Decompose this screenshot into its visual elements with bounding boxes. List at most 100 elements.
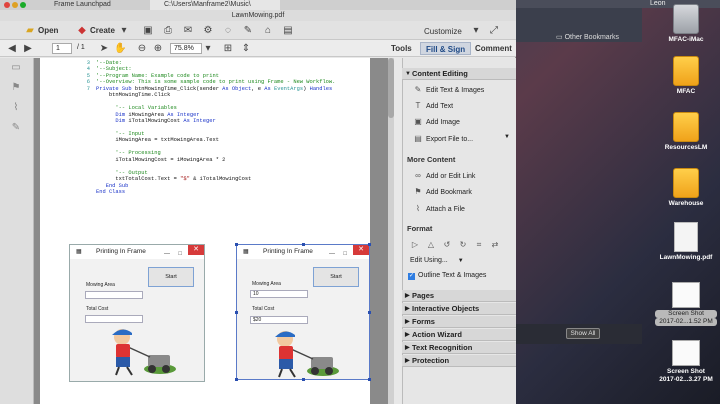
desktop-icon-lawnmowing-pdf[interactable]: LawnMowing.pdf [655, 222, 717, 262]
section-label: Protection [412, 356, 450, 365]
total-cost-input[interactable] [85, 315, 143, 323]
section-pages[interactable]: ▶ Pages [402, 290, 516, 302]
triangle-icon[interactable]: △ [426, 240, 436, 250]
section-protection[interactable]: ▶ Protection [402, 355, 516, 367]
crop-icon[interactable]: ⌗ [474, 240, 484, 250]
tab-frame-launchpad[interactable]: Frame Launchpad [40, 0, 140, 10]
desktop-icon-screenshot-2[interactable]: Screen Shot 2017-02...3.27 PM [655, 340, 717, 384]
minimize-window-button[interactable] [12, 2, 18, 8]
desktop-icon-warehouse[interactable]: Warehouse [655, 168, 717, 208]
highlight-icon[interactable]: ✎ [242, 25, 254, 37]
content-editing-header[interactable]: ▼ Content Editing [402, 68, 516, 80]
zoom-in-icon[interactable]: ⊕ [152, 43, 164, 55]
format-heading: Format [407, 224, 433, 233]
chevron-down-icon[interactable]: ▾ [202, 43, 214, 55]
attach-file-button[interactable]: ⌇ Attach a File [412, 203, 465, 215]
zoom-out-icon[interactable]: ⊖ [136, 43, 148, 55]
maximize-icon[interactable]: □ [178, 247, 182, 261]
print-form-preview-2[interactable]: ▦ Printing In Frame — □ ✕ Start Mowing A… [236, 244, 370, 380]
section-forms[interactable]: ▶ Forms [402, 316, 516, 328]
replace-image-icon[interactable]: ⇄ [490, 240, 500, 250]
selection-handle[interactable] [235, 243, 238, 246]
start-button[interactable]: Start [313, 267, 359, 287]
hand-tool-icon[interactable]: ✋ [114, 43, 126, 55]
page-thumbnails-icon[interactable]: ▭ [10, 62, 22, 74]
page-number-input[interactable]: 1 [52, 43, 72, 54]
mowing-area-input[interactable] [85, 291, 143, 299]
save-icon[interactable]: ▣ [142, 25, 154, 37]
add-image-button[interactable]: ▣ Add Image [412, 116, 460, 128]
expand-icon[interactable]: ⤢ [488, 25, 500, 37]
external-drive-icon [673, 112, 699, 142]
add-bookmark-button[interactable]: ⚑ Add Bookmark [412, 186, 472, 198]
previous-page-icon[interactable]: ◀ [6, 43, 18, 55]
section-interactive-objects[interactable]: ▶ Interactive Objects [402, 303, 516, 315]
chevron-down-icon[interactable]: ▾ [118, 25, 130, 37]
create-button[interactable]: Create [90, 24, 115, 37]
zoom-window-button[interactable] [20, 2, 26, 8]
edit-using-dropdown[interactable]: Edit Using... ▼ [410, 255, 464, 267]
next-page-icon[interactable]: ▶ [22, 43, 34, 55]
add-edit-link-button[interactable]: ∞ Add or Edit Link [412, 170, 475, 182]
desktop-icon-screenshot-1[interactable]: Screen Shot 2017-02...1.52 PM [655, 282, 717, 326]
close-window-button[interactable] [4, 2, 10, 8]
start-button[interactable]: Start [148, 267, 194, 287]
selection-handle[interactable] [235, 311, 238, 314]
desktop-icon-mfac[interactable]: MFAC [655, 56, 717, 96]
maximize-icon[interactable]: □ [343, 247, 347, 261]
mowing-area-input[interactable]: 10 [250, 290, 308, 298]
selection-handle[interactable] [368, 378, 371, 381]
export-file-button[interactable]: ▤ Export File to... [412, 133, 473, 145]
signature-icon[interactable]: ✎ [10, 122, 22, 134]
arrow-right-icon[interactable]: ▷ [410, 240, 420, 250]
rotate-right-icon[interactable]: ↻ [458, 240, 468, 250]
scrollbar-thumb[interactable] [388, 58, 394, 118]
code-token: Dim [96, 118, 129, 125]
minimize-icon[interactable]: — [164, 247, 170, 261]
print-icon[interactable]: ⎙ [162, 25, 174, 37]
other-bookmarks-link[interactable]: ▭ Other Bookmarks [556, 33, 636, 42]
navigation-toolbar: ◀ ▶ 1 / 1 ➤ ✋ ⊖ ⊕ 75.8% ▾ ⊞ ⇕ Tools Fill… [0, 40, 516, 57]
section-action-wizard[interactable]: ▶ Action Wizard [402, 329, 516, 341]
close-icon[interactable]: ✕ [353, 245, 369, 255]
tab-file-path[interactable]: C:\Users\Manframe2\Music\ [150, 0, 280, 10]
email-icon[interactable]: ✉ [182, 25, 194, 37]
stamp-icon[interactable]: ⌂ [262, 25, 274, 37]
section-text-recognition[interactable]: ▶ Text Recognition [402, 342, 516, 354]
scroll-mode-icon[interactable]: ⇕ [240, 43, 252, 55]
zoom-level-input[interactable]: 75.8% [170, 43, 202, 54]
tab-fill-sign[interactable]: Fill & Sign [420, 42, 472, 55]
comment-icon[interactable]: ◌ [222, 25, 234, 37]
selection-handle[interactable] [235, 378, 238, 381]
selection-handle[interactable] [368, 311, 371, 314]
add-text-label: Add Text [426, 103, 454, 110]
add-text-button[interactable]: T Add Text [412, 100, 454, 112]
minimize-icon[interactable]: — [329, 247, 335, 261]
chevron-right-icon: ▶ [405, 306, 410, 312]
customize-menu[interactable]: Customize [424, 25, 462, 38]
open-button[interactable]: Open [38, 24, 58, 37]
selection-handle[interactable] [302, 243, 305, 246]
chevron-down-icon[interactable]: ▾ [470, 25, 482, 37]
attachment-icon[interactable]: ⌇ [10, 102, 22, 114]
edit-text-images-button[interactable]: ✎ Edit Text & Images [412, 84, 485, 96]
outline-text-images-checkbox[interactable]: ✓ Outline Text & Images [408, 270, 486, 282]
bookmark-icon[interactable]: ⚑ [10, 82, 22, 94]
desktop-icon-mfac-imac[interactable]: MFAC-iMac [655, 4, 717, 44]
fit-page-icon[interactable]: ⊞ [222, 43, 234, 55]
desktop-icon-resourceslm[interactable]: ResourcesLM [655, 112, 717, 152]
tab-comment[interactable]: Comment [470, 42, 517, 55]
rotate-left-icon[interactable]: ↺ [442, 240, 452, 250]
settings-icon[interactable]: ⚙ [202, 25, 214, 37]
document-icon[interactable]: ▤ [282, 25, 294, 37]
show-all-button[interactable]: Show All [566, 328, 600, 339]
code-listing: 3 '--Date: 4 '--Subject: 5 '--Program Name: E… [80, 60, 360, 196]
selection-handle[interactable] [302, 378, 305, 381]
total-cost-input[interactable]: $20 [250, 316, 308, 324]
select-cursor-icon[interactable]: ➤ [98, 43, 110, 55]
chevron-down-icon[interactable]: ▼ [504, 134, 510, 140]
code-token: iMowingArea [128, 111, 168, 118]
tab-tools[interactable]: Tools [386, 42, 417, 55]
selection-handle[interactable] [368, 243, 371, 246]
close-icon[interactable]: ✕ [188, 245, 204, 255]
